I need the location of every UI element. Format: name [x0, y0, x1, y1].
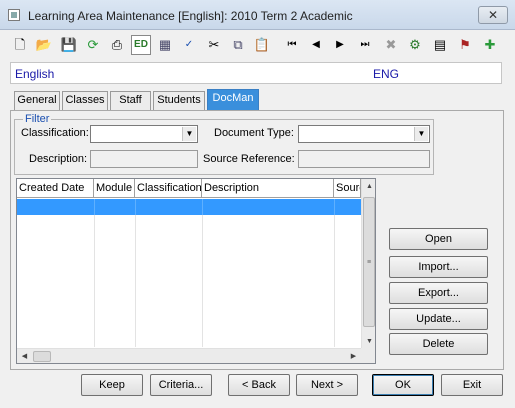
ok-button[interactable]: OK [372, 374, 434, 396]
title-bar: Learning Area Maintenance [English]: 201… [0, 0, 515, 30]
app-icon [8, 9, 20, 21]
copy-icon[interactable]: ⧉ [228, 35, 248, 55]
classification-label: Classification: [21, 127, 89, 139]
previous-record-icon[interactable]: ◀ [306, 35, 326, 55]
chevron-down-icon[interactable]: ▼ [414, 127, 428, 141]
exit-button[interactable]: Exit [441, 374, 503, 396]
column-divider [135, 215, 136, 347]
import-button[interactable]: Import... [389, 256, 488, 278]
update-button[interactable]: Update... [389, 308, 488, 330]
cut-icon[interactable]: ✂ [204, 35, 224, 55]
settings-icon[interactable]: ⚙ [405, 35, 425, 55]
new-icon[interactable]: 🗋 [10, 35, 30, 55]
paste-icon[interactable]: 📋 [252, 35, 272, 55]
scroll-right-icon[interactable]: ▶ [346, 349, 361, 363]
column-header-created-date[interactable]: Created Date [17, 179, 94, 198]
scroll-left-icon[interactable]: ◀ [17, 349, 32, 363]
source-reference-field[interactable] [298, 150, 430, 168]
column-divider [334, 215, 335, 347]
delete-icon[interactable]: ✖ [381, 35, 401, 55]
refresh-icon[interactable]: ⟳ [83, 35, 103, 55]
column-header-description[interactable]: Description [202, 179, 334, 198]
document-type-label: Document Type: [214, 127, 294, 139]
cell-divider [135, 199, 136, 215]
column-header-classification[interactable]: Classification [135, 179, 202, 198]
open-button[interactable]: Open [389, 228, 488, 250]
users-icon[interactable]: ⚑ [455, 35, 475, 55]
scroll-thumb[interactable] [33, 351, 51, 362]
chevron-down-icon[interactable]: ▼ [182, 127, 196, 141]
record-code: ENG [373, 67, 400, 81]
criteria-button[interactable]: Criteria... [150, 374, 212, 396]
tab-general[interactable]: General [14, 91, 60, 110]
filter-legend: Filter [23, 113, 52, 125]
scroll-down-icon[interactable]: ▼ [362, 334, 375, 349]
tab-classes[interactable]: Classes [62, 91, 108, 110]
classification-select[interactable]: ▼ [90, 125, 198, 143]
column-divider [94, 215, 95, 347]
last-record-icon[interactable]: ⏭ [355, 35, 375, 55]
next-record-icon[interactable]: ▶ [330, 35, 350, 55]
calculator-icon[interactable]: ▦ [155, 35, 175, 55]
tab-staff[interactable]: Staff [110, 91, 151, 110]
add-record-icon[interactable]: ✚ [480, 35, 500, 55]
column-header-source[interactable]: Source [334, 179, 361, 198]
description-field[interactable] [90, 150, 198, 168]
scrollbar-corner [361, 348, 375, 363]
delete-button[interactable]: Delete [389, 333, 488, 355]
print-icon[interactable]: ⎙ [107, 35, 127, 55]
close-button[interactable]: ✕ [478, 6, 508, 24]
record-bar: English ENG [10, 62, 502, 84]
save-icon[interactable]: 💾 [59, 35, 79, 55]
scroll-up-icon[interactable]: ▲ [362, 179, 375, 194]
documents-table[interactable]: Created Date Module Classification Descr… [16, 178, 376, 364]
first-record-icon[interactable]: ⏮ [282, 35, 302, 55]
description-label: Description: [29, 153, 88, 165]
next-button[interactable]: Next > [296, 374, 358, 396]
cell-divider [94, 199, 95, 215]
horizontal-scrollbar[interactable]: ◀ ▶ [17, 348, 361, 363]
toolbar: 🗋 📂 💾 ⟳ ⎙ ED ▦ ✓ ✂ ⧉ 📋 ⏮ ◀ ▶ ⏭ ✖ ⚙ ▤ ⚑ ✚ [0, 30, 515, 60]
source-reference-label: Source Reference: [203, 153, 295, 165]
keep-button[interactable]: Keep [81, 374, 143, 396]
export-button[interactable]: Export... [389, 282, 488, 304]
scroll-thumb[interactable]: ≡ [363, 197, 375, 327]
back-button[interactable]: < Back [228, 374, 290, 396]
tab-docman[interactable]: DocMan [207, 89, 259, 110]
document-type-select[interactable]: ▼ [298, 125, 430, 143]
column-divider [202, 215, 203, 347]
window-title: Learning Area Maintenance [English]: 201… [28, 9, 353, 23]
cell-divider [202, 199, 203, 215]
open-folder-icon[interactable]: 📂 [34, 35, 54, 55]
column-header-module[interactable]: Module [94, 179, 135, 198]
spellcheck-icon[interactable]: ✓ [179, 35, 199, 55]
tab-students[interactable]: Students [153, 91, 205, 110]
cell-divider [334, 199, 335, 215]
table-row[interactable] [17, 199, 361, 215]
vertical-scrollbar[interactable]: ▲ ≡ ▼ [361, 179, 375, 349]
grid-icon[interactable]: ▤ [430, 35, 450, 55]
record-name: English [15, 67, 55, 81]
edit-icon[interactable]: ED [131, 35, 151, 55]
